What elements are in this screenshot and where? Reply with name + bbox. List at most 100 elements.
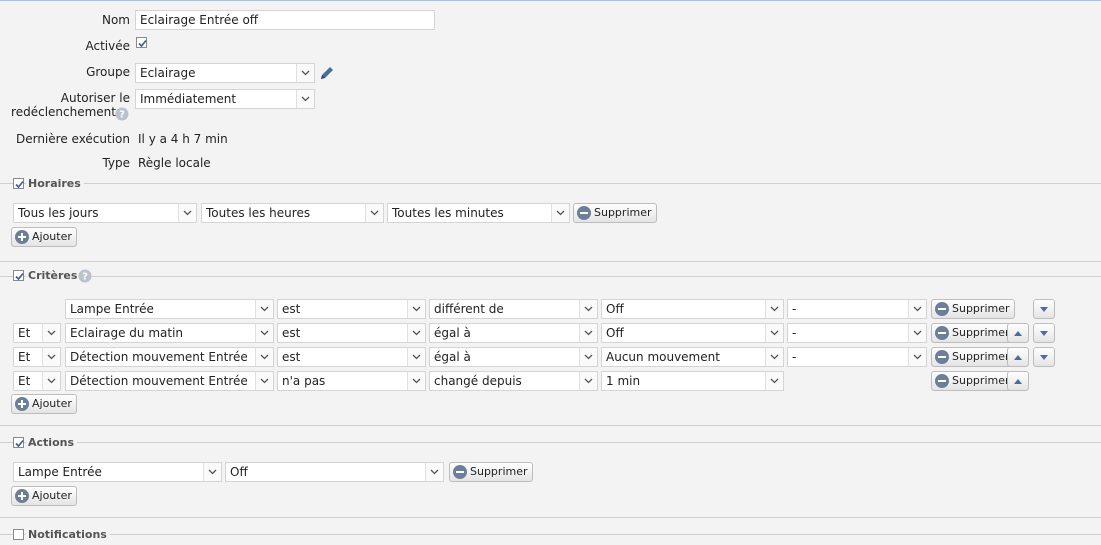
critere-value-select[interactable]: 1 min xyxy=(601,371,784,391)
chevron-down-icon xyxy=(255,372,273,390)
horaires-remove-label: Supprimer xyxy=(594,206,652,219)
critere-value-value: Off xyxy=(606,302,624,316)
action-value-select[interactable]: Off xyxy=(225,462,444,482)
critere-value-value: 1 min xyxy=(606,374,641,388)
critere-value-value: Aucun mouvement xyxy=(606,350,720,364)
critere-operator-select[interactable]: changé depuis xyxy=(429,371,598,391)
critere-extra-select[interactable]: - xyxy=(787,347,927,367)
criteres-checkbox[interactable] xyxy=(13,270,24,281)
jour-select[interactable]: Tous les jours xyxy=(13,203,197,223)
chevron-down-icon xyxy=(407,324,425,342)
help-icon[interactable]: ? xyxy=(78,269,92,283)
chevron-down-icon xyxy=(255,300,273,318)
minutes-select[interactable]: Toutes les minutes xyxy=(387,203,570,223)
horaires-add-button[interactable]: Ajouter xyxy=(11,227,77,247)
chevron-down-icon xyxy=(908,300,926,318)
derniere-execution-label: Dernière exécution xyxy=(15,132,130,146)
critere-device-select[interactable]: Détection mouvement Entrée xyxy=(65,371,274,391)
minus-circle-icon xyxy=(935,302,949,316)
critere-conj-select[interactable]: Et xyxy=(13,347,61,367)
critere-verb-select[interactable]: n'a pas xyxy=(277,371,426,391)
help-icon[interactable]: ? xyxy=(115,107,129,121)
critere-conj-select[interactable]: Et xyxy=(13,323,61,343)
plus-circle-icon xyxy=(15,397,29,411)
action-value-value: Off xyxy=(230,465,248,479)
actions-checkbox[interactable] xyxy=(13,437,24,448)
critere-remove-button[interactable]: Supprimer xyxy=(931,371,1015,391)
horaires-add-label: Ajouter xyxy=(32,230,72,243)
notifications-divider xyxy=(0,534,1101,535)
critere-operator-select[interactable]: différent de xyxy=(429,299,598,319)
move-up-button[interactable] xyxy=(1007,323,1029,343)
critere-remove-button[interactable]: Supprimer xyxy=(931,323,1015,343)
critere-operator-select[interactable]: égal à xyxy=(429,323,598,343)
svg-text:?: ? xyxy=(82,272,88,283)
heures-select-value: Toutes les heures xyxy=(206,206,311,220)
groupe-select[interactable]: Eclairage xyxy=(135,63,315,83)
groupe-label: Groupe xyxy=(86,65,130,79)
critere-verb-select[interactable]: est xyxy=(277,323,426,343)
check-icon xyxy=(138,39,147,48)
critere-extra-select[interactable]: - xyxy=(787,323,927,343)
chevron-down-icon xyxy=(579,372,597,390)
critere-remove-button[interactable]: Supprimer xyxy=(931,347,1015,367)
minus-circle-icon xyxy=(935,374,949,388)
activee-label: Activée xyxy=(85,39,130,53)
nom-input[interactable]: Eclairage Entrée off xyxy=(135,10,435,30)
redeclenchement-select[interactable]: Immédiatement xyxy=(135,89,315,109)
critere-device-value: Eclairage du matin xyxy=(70,326,184,340)
chevron-down-icon xyxy=(178,204,196,222)
check-icon xyxy=(15,439,24,448)
critere-extra-value: - xyxy=(792,326,797,340)
critere-verb-select[interactable]: est xyxy=(277,347,426,367)
critere-value-value: Off xyxy=(606,326,624,340)
activee-checkbox[interactable] xyxy=(136,37,147,48)
horaires-checkbox[interactable] xyxy=(13,178,24,189)
critere-conj-select[interactable]: Et xyxy=(13,371,61,391)
critere-device-select[interactable]: Lampe Entrée xyxy=(65,299,274,319)
redeclenchement-select-value: Immédiatement xyxy=(140,92,237,106)
critere-remove-label: Supprimer xyxy=(952,326,1010,339)
critere-device-select[interactable]: Eclairage du matin xyxy=(65,323,274,343)
chevron-down-icon xyxy=(296,90,314,108)
notifications-checkbox[interactable] xyxy=(13,529,24,540)
move-down-button[interactable] xyxy=(1033,299,1055,319)
criteres-add-button[interactable]: Ajouter xyxy=(11,394,77,414)
chevron-down-icon xyxy=(42,324,60,342)
pencil-edit-icon[interactable] xyxy=(318,64,336,82)
type-value: Règle locale xyxy=(138,156,211,170)
critere-value-select[interactable]: Off xyxy=(601,299,784,319)
critere-remove-button[interactable]: Supprimer xyxy=(931,299,1015,319)
plus-circle-icon xyxy=(15,489,29,503)
action-device-select[interactable]: Lampe Entrée xyxy=(13,462,222,482)
actions-remove-label: Supprimer xyxy=(470,465,528,478)
heures-select[interactable]: Toutes les heures xyxy=(201,203,384,223)
critere-device-select[interactable]: Détection mouvement Entrée xyxy=(65,347,274,367)
actions-remove-button[interactable]: Supprimer xyxy=(449,462,533,482)
critere-value-select[interactable]: Aucun mouvement xyxy=(601,347,784,367)
critere-device-value: Détection mouvement Entrée xyxy=(70,374,248,388)
move-down-button[interactable] xyxy=(1033,347,1055,367)
critere-extra-value: - xyxy=(792,302,797,316)
horaires-remove-button[interactable]: Supprimer xyxy=(573,203,657,223)
jour-select-value: Tous les jours xyxy=(18,206,99,220)
horaires-divider xyxy=(0,183,1101,184)
critere-verb-value: n'a pas xyxy=(282,374,326,388)
critere-operator-select[interactable]: égal à xyxy=(429,347,598,367)
arrow-up-icon xyxy=(1014,379,1022,384)
groupe-select-value: Eclairage xyxy=(140,66,196,80)
arrow-down-icon xyxy=(1040,307,1048,312)
notifications-top-divider xyxy=(0,517,1101,518)
critere-extra-select[interactable]: - xyxy=(787,299,927,319)
check-icon xyxy=(15,180,24,189)
move-up-button[interactable] xyxy=(1007,347,1029,367)
critere-verb-select[interactable]: est xyxy=(277,299,426,319)
critere-value-select[interactable]: Off xyxy=(601,323,784,343)
chevron-down-icon xyxy=(42,372,60,390)
move-down-button[interactable] xyxy=(1033,323,1055,343)
chevron-down-icon xyxy=(908,348,926,366)
criteres-divider xyxy=(0,276,1101,277)
chevron-down-icon xyxy=(579,300,597,318)
actions-add-button[interactable]: Ajouter xyxy=(11,486,77,506)
move-up-button[interactable] xyxy=(1007,371,1029,391)
